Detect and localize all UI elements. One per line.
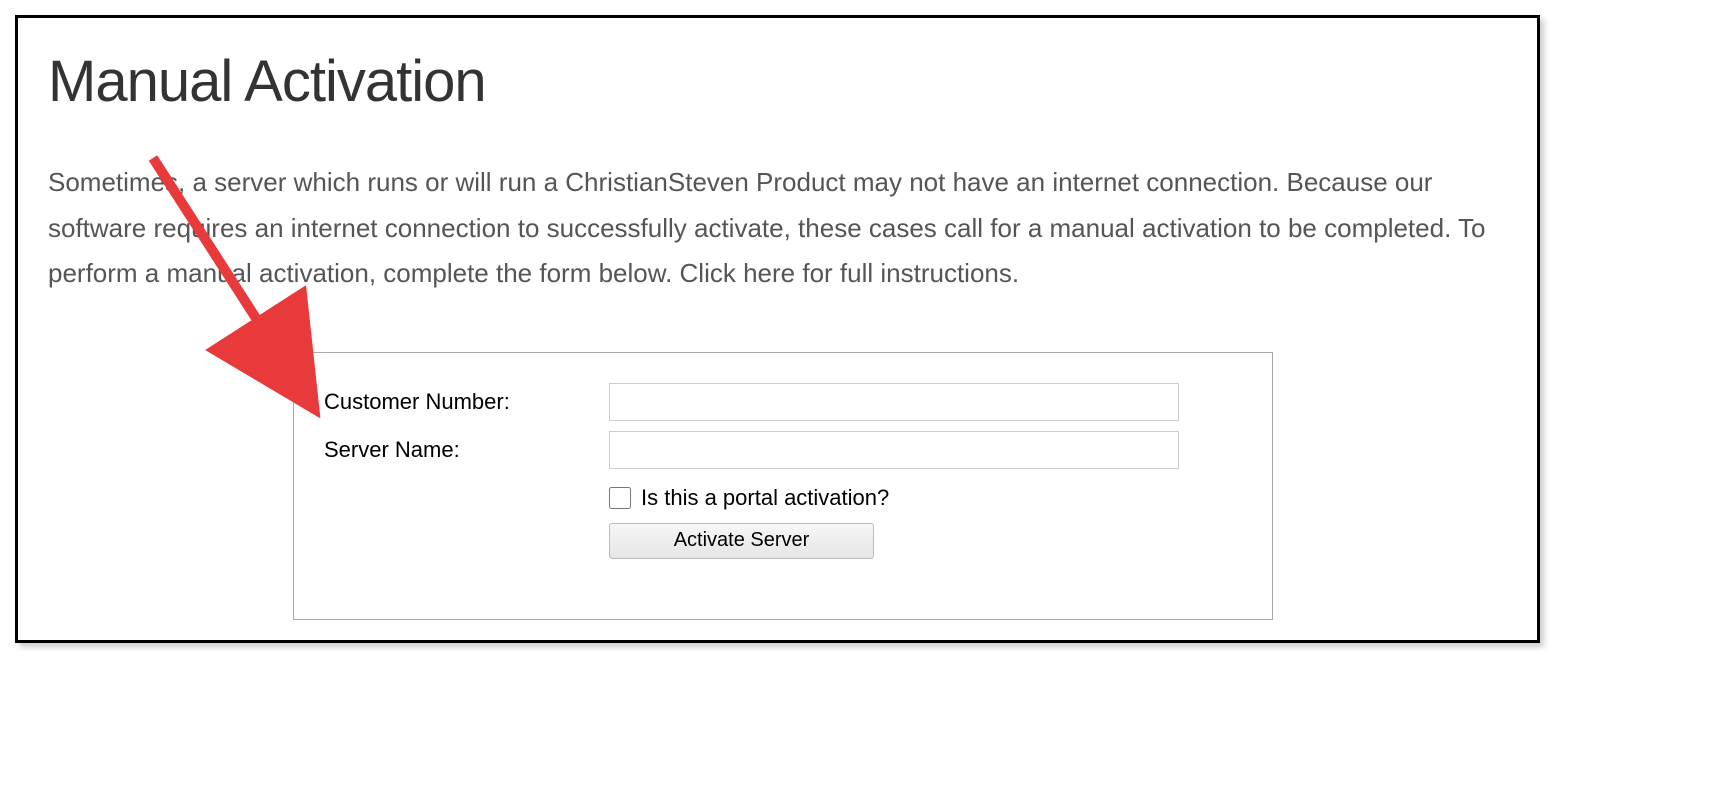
customer-number-label: Customer Number: xyxy=(324,389,609,415)
activate-server-button[interactable]: Activate Server xyxy=(609,523,874,559)
server-name-input[interactable] xyxy=(609,431,1179,469)
portal-activation-checkbox[interactable] xyxy=(609,487,631,509)
main-container: Manual Activation Sometimes, a server wh… xyxy=(15,15,1540,643)
customer-number-row: Customer Number: xyxy=(324,383,1242,421)
activation-form: Customer Number: Server Name: Is this a … xyxy=(293,352,1273,620)
server-name-row: Server Name: xyxy=(324,431,1242,469)
portal-activation-label: Is this a portal activation? xyxy=(641,485,889,511)
button-row: Activate Server xyxy=(609,523,1242,559)
server-name-label: Server Name: xyxy=(324,437,609,463)
page-description: Sometimes, a server which runs or will r… xyxy=(48,160,1507,297)
customer-number-input[interactable] xyxy=(609,383,1179,421)
page-title: Manual Activation xyxy=(48,48,1507,115)
portal-checkbox-row: Is this a portal activation? xyxy=(609,485,1242,511)
